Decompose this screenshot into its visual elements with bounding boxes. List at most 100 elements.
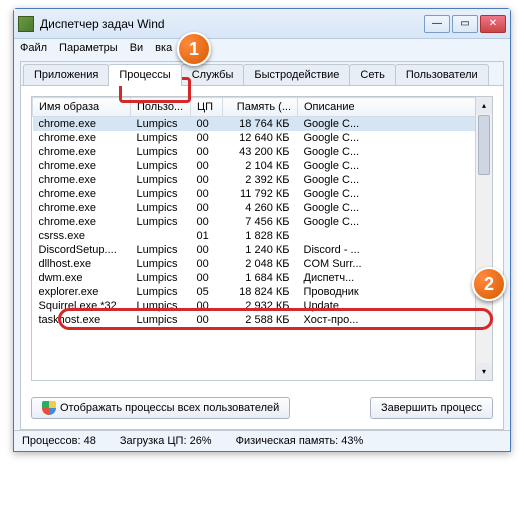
cell-cpu: 00 bbox=[191, 173, 223, 187]
status-memory: Физическая память: 43% bbox=[236, 435, 364, 447]
cell-cpu: 00 bbox=[191, 215, 223, 229]
cell-mem: 1 684 КБ bbox=[223, 271, 298, 285]
cell-desc: Update bbox=[298, 299, 492, 313]
table-row[interactable]: chrome.exeLumpics0043 200 КБGoogle C... bbox=[33, 145, 492, 159]
statusbar: Процессов: 48 Загрузка ЦП: 26% Физическа… bbox=[14, 430, 510, 451]
process-table-container: Имя образа Пользо... ЦП Память (... Опис… bbox=[31, 96, 493, 381]
cell-desc: Google C... bbox=[298, 187, 492, 201]
table-row[interactable]: chrome.exeLumpics0011 792 КБGoogle C... bbox=[33, 187, 492, 201]
shield-icon bbox=[42, 401, 56, 415]
status-processes: Процессов: 48 bbox=[22, 435, 96, 447]
tab-apps[interactable]: Приложения bbox=[23, 64, 109, 85]
col-user[interactable]: Пользо... bbox=[131, 98, 191, 117]
cell-cpu: 00 bbox=[191, 257, 223, 271]
cell-desc: COM Surr... bbox=[298, 257, 492, 271]
col-cpu[interactable]: ЦП bbox=[191, 98, 223, 117]
col-image[interactable]: Имя образа bbox=[33, 98, 131, 117]
menu-params[interactable]: Параметры bbox=[59, 42, 118, 54]
task-manager-window: Диспетчер задач Wind — ▭ ✕ Файл Параметр… bbox=[13, 8, 511, 452]
table-row[interactable]: DiscordSetup....Lumpics001 240 КБDiscord… bbox=[33, 243, 492, 257]
cell-mem: 1 828 КБ bbox=[223, 229, 298, 243]
minimize-button[interactable]: — bbox=[424, 15, 450, 33]
cell-user: Lumpics bbox=[131, 159, 191, 173]
cell-user: Lumpics bbox=[131, 271, 191, 285]
col-desc[interactable]: Описание bbox=[298, 98, 492, 117]
table-row[interactable]: chrome.exeLumpics007 456 КБGoogle C... bbox=[33, 215, 492, 229]
cell-desc: Google C... bbox=[298, 131, 492, 145]
table-row[interactable]: chrome.exeLumpics0018 764 КБGoogle C... bbox=[33, 117, 492, 132]
cell-mem: 2 392 КБ bbox=[223, 173, 298, 187]
tab-processes[interactable]: Процессы bbox=[108, 64, 181, 86]
window-title: Диспетчер задач Wind bbox=[40, 17, 424, 31]
menubar: Файл Параметры Ви вка bbox=[14, 39, 510, 57]
table-row[interactable]: chrome.exeLumpics0012 640 КБGoogle C... bbox=[33, 131, 492, 145]
cell-user: Lumpics bbox=[131, 243, 191, 257]
cell-desc: Google C... bbox=[298, 159, 492, 173]
tab-services[interactable]: Службы bbox=[181, 64, 245, 85]
app-icon bbox=[18, 16, 34, 32]
table-row[interactable]: chrome.exeLumpics002 392 КБGoogle C... bbox=[33, 173, 492, 187]
table-row[interactable]: csrss.exe011 828 КБ bbox=[33, 229, 492, 243]
table-row[interactable]: taskhost.exeLumpics002 588 КБХост-про... bbox=[33, 313, 492, 327]
table-row[interactable]: dllhost.exeLumpics002 048 КБCOM Surr... bbox=[33, 257, 492, 271]
cell-mem: 2 588 КБ bbox=[223, 313, 298, 327]
scroll-thumb[interactable] bbox=[478, 115, 490, 175]
menu-help[interactable]: вка bbox=[155, 42, 172, 54]
cell-cpu: 00 bbox=[191, 201, 223, 215]
cell-cpu: 00 bbox=[191, 243, 223, 257]
table-row[interactable]: Squirrel.exe *32Lumpics002 932 КБUpdate bbox=[33, 299, 492, 313]
cell-image: chrome.exe bbox=[33, 131, 131, 145]
cell-cpu: 00 bbox=[191, 187, 223, 201]
cell-image: chrome.exe bbox=[33, 201, 131, 215]
maximize-button[interactable]: ▭ bbox=[452, 15, 478, 33]
titlebar[interactable]: Диспетчер задач Wind — ▭ ✕ bbox=[14, 9, 510, 39]
cell-cpu: 00 bbox=[191, 299, 223, 313]
table-row[interactable]: dwm.exeLumpics001 684 КБДиспетч... bbox=[33, 271, 492, 285]
table-row[interactable]: explorer.exeLumpics0518 824 КБПроводник bbox=[33, 285, 492, 299]
cell-cpu: 00 bbox=[191, 117, 223, 132]
cell-desc: Диспетч... bbox=[298, 271, 492, 285]
tab-users[interactable]: Пользователи bbox=[395, 64, 489, 85]
show-all-users-button[interactable]: Отображать процессы всех пользователей bbox=[31, 397, 290, 419]
close-button[interactable]: ✕ bbox=[480, 15, 506, 33]
cell-cpu: 05 bbox=[191, 285, 223, 299]
tab-strip: Приложения Процессы Службы Быстродействи… bbox=[21, 62, 503, 86]
col-memory[interactable]: Память (... bbox=[223, 98, 298, 117]
cell-mem: 43 200 КБ bbox=[223, 145, 298, 159]
cell-image: taskhost.exe bbox=[33, 313, 131, 327]
cell-user: Lumpics bbox=[131, 257, 191, 271]
cell-mem: 18 764 КБ bbox=[223, 117, 298, 132]
scroll-down-button[interactable]: ▾ bbox=[476, 363, 492, 380]
cell-user: Lumpics bbox=[131, 131, 191, 145]
table-row[interactable]: chrome.exeLumpics004 260 КБGoogle C... bbox=[33, 201, 492, 215]
tab-net[interactable]: Сеть bbox=[349, 64, 395, 85]
cell-mem: 18 824 КБ bbox=[223, 285, 298, 299]
cell-desc: Google C... bbox=[298, 201, 492, 215]
cell-user: Lumpics bbox=[131, 215, 191, 229]
cell-desc: Google C... bbox=[298, 145, 492, 159]
end-process-button[interactable]: Завершить процесс bbox=[370, 397, 493, 419]
cell-image: csrss.exe bbox=[33, 229, 131, 243]
cell-image: chrome.exe bbox=[33, 159, 131, 173]
cell-cpu: 00 bbox=[191, 131, 223, 145]
cell-image: explorer.exe bbox=[33, 285, 131, 299]
cell-user: Lumpics bbox=[131, 145, 191, 159]
cell-mem: 2 932 КБ bbox=[223, 299, 298, 313]
cell-user: Lumpics bbox=[131, 201, 191, 215]
scroll-up-button[interactable]: ▴ bbox=[476, 97, 492, 114]
end-process-label: Завершить процесс bbox=[381, 402, 482, 414]
menu-file[interactable]: Файл bbox=[20, 42, 47, 54]
cell-desc: Google C... bbox=[298, 173, 492, 187]
table-row[interactable]: chrome.exeLumpics002 104 КБGoogle C... bbox=[33, 159, 492, 173]
tab-perf[interactable]: Быстродействие bbox=[243, 64, 350, 85]
cell-mem: 12 640 КБ bbox=[223, 131, 298, 145]
cell-user: Lumpics bbox=[131, 299, 191, 313]
cell-user: Lumpics bbox=[131, 173, 191, 187]
cell-desc bbox=[298, 229, 492, 243]
cell-desc: Хост-про... bbox=[298, 313, 492, 327]
scrollbar[interactable]: ▴ ▾ bbox=[475, 97, 492, 380]
cell-desc: Проводник bbox=[298, 285, 492, 299]
cell-desc: Google C... bbox=[298, 117, 492, 132]
menu-view[interactable]: Ви bbox=[130, 42, 143, 54]
cell-mem: 1 240 КБ bbox=[223, 243, 298, 257]
